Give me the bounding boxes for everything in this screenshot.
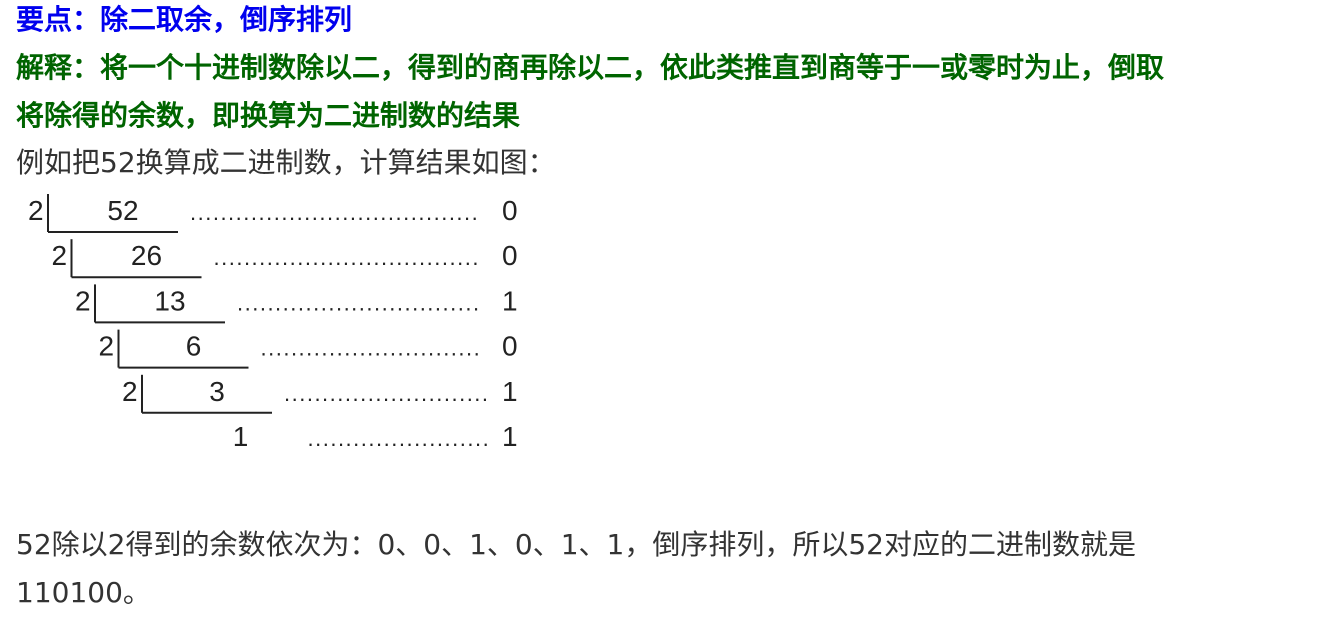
dividend: 3 <box>209 376 225 407</box>
dividend: 1 <box>233 421 249 452</box>
dividend: 26 <box>131 240 162 271</box>
conclusion-line-2: 110100。 <box>16 576 151 609</box>
divisor: 2 <box>99 331 115 362</box>
conclusion-line-1: 52除以2得到的余数依次为：0、0、1、0、1、1，倒序排列，所以52对应的二进… <box>16 528 1136 561</box>
remainder: 1 <box>502 376 518 407</box>
dividend: 6 <box>186 331 202 362</box>
divisor: 2 <box>75 285 91 316</box>
dotted-leader: ................................... <box>214 245 480 270</box>
example-intro: 例如把52换算成二进制数，计算结果如图： <box>16 146 556 179</box>
remainder: 1 <box>502 285 518 316</box>
remainder: 1 <box>502 421 518 452</box>
remainder: 0 <box>502 240 518 271</box>
divisor: 2 <box>52 240 68 271</box>
dotted-leader: ............................. <box>261 336 482 361</box>
heading: 要点：除二取余，倒序排列 <box>16 3 353 36</box>
remainder: 0 <box>502 195 518 226</box>
explanation-line-2: 将除得的余数，即换算为二进制数的结果 <box>16 99 521 132</box>
explanation-line-1: 解释：将一个十进制数除以二，得到的商再除以二，依此类推直到商等于一或零时为止，倒… <box>16 51 1165 84</box>
remainder: 0 <box>502 331 518 362</box>
dividend: 52 <box>107 195 138 226</box>
dotted-leader: ...................................... <box>190 200 479 225</box>
dotted-leader: ................................ <box>237 290 481 315</box>
dotted-leader: ........................ <box>308 426 491 451</box>
dividend: 13 <box>154 285 185 316</box>
divisor: 2 <box>28 195 44 226</box>
dotted-leader: ........................... <box>284 381 490 406</box>
divisor: 2 <box>122 376 138 407</box>
